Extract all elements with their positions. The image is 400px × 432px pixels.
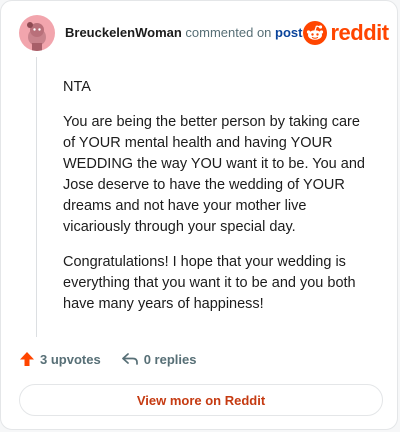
reddit-brand-link[interactable]: reddit	[302, 20, 390, 46]
comment-paragraph: You are being the better person by takin…	[63, 114, 365, 235]
embedded-comment-card: BreuckelenWoman commented on post reddit…	[0, 0, 398, 430]
reddit-logo-icon	[302, 21, 327, 45]
reddit-wordmark: reddit	[330, 20, 390, 45]
username-link[interactable]: BreuckelenWoman	[65, 25, 182, 40]
reply-arrow-icon	[121, 353, 138, 365]
upvote-arrow-icon	[20, 352, 34, 366]
comment-body: NTA You are being the better person by t…	[63, 77, 375, 329]
reply-count: 0 replies	[143, 351, 197, 367]
snoo-avatar-icon	[27, 22, 46, 51]
comment-paragraph: NTA	[63, 79, 91, 95]
reply-button[interactable]: 0 replies	[121, 351, 197, 367]
action-text: commented on	[185, 25, 272, 40]
comment-actions: 3 upvotes 0 replies	[19, 349, 196, 369]
comment-paragraph: Congratulations! I hope that your weddin…	[63, 254, 356, 312]
upvote-count: 3 upvotes	[40, 351, 101, 367]
thread-line	[36, 57, 37, 337]
view-more-button[interactable]: View more on Reddit	[19, 384, 383, 416]
comment-header: BreuckelenWoman commented on post reddit	[19, 15, 389, 51]
avatar[interactable]	[19, 15, 55, 51]
comment-meta: BreuckelenWoman commented on post	[65, 25, 303, 41]
post-link[interactable]: post	[275, 25, 302, 40]
upvote-button[interactable]: 3 upvotes	[19, 351, 101, 367]
